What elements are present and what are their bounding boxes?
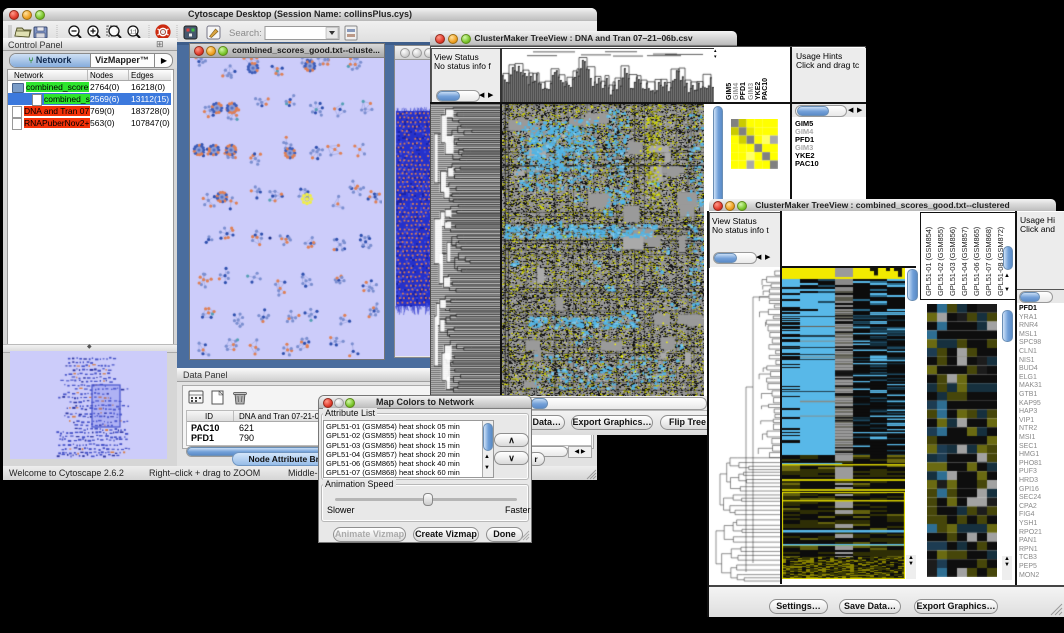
svg-text:Search:: Search: — [229, 28, 262, 39]
svg-text:1:1: 1:1 — [130, 30, 137, 36]
